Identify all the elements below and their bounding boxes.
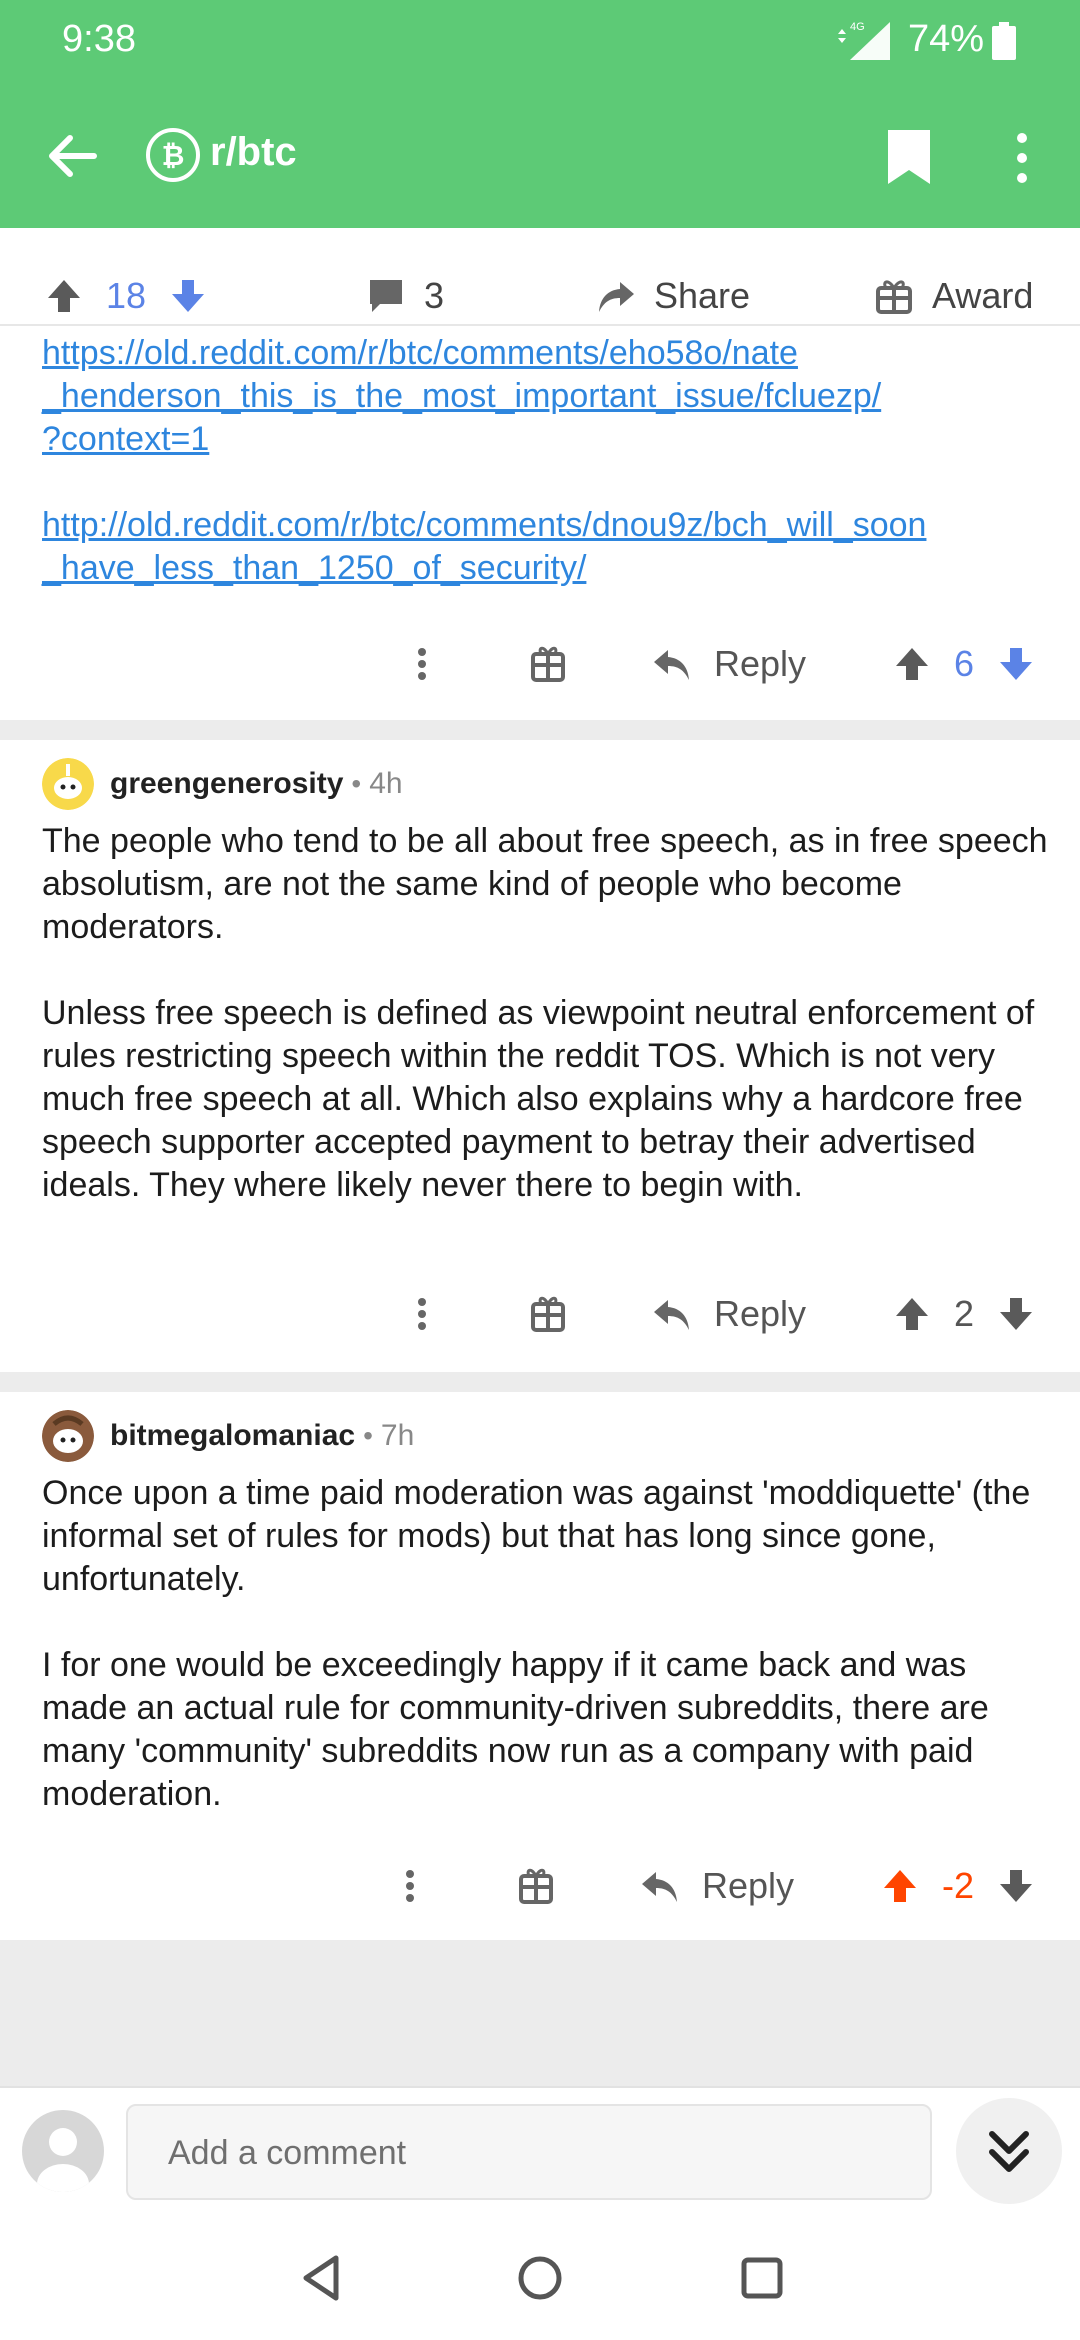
reply-label: Reply [714,643,807,684]
downvote-arrow-icon[interactable] [996,644,1036,684]
comment-links: https://old.reddit.com/r/btc/comments/eh… [0,328,1080,720]
comment-actions: Reply -2 [0,1856,1080,1916]
comment-score: 6 [954,643,975,684]
comment-divider [0,720,1080,740]
network-type: 4G [850,21,865,33]
comment-actions: Reply 6 [0,634,1080,694]
downvote-arrow-icon[interactable] [168,276,208,316]
comment-paragraph: Once upon a time paid moderation was aga… [42,1474,1031,1598]
comment-header: greengenerosity • 4h [42,758,403,810]
reply-label: Reply [714,1293,807,1334]
upvote-arrow-icon[interactable] [44,276,84,316]
reply-button[interactable]: Reply [640,1856,794,1916]
post-vote-group: 18 [44,275,226,316]
reply-button[interactable]: Reply [652,1284,806,1344]
author-name[interactable]: greengenerosity [110,767,343,801]
nav-back-icon[interactable] [292,2248,352,2308]
gift-icon[interactable] [518,1856,554,1916]
link-1-cont[interactable]: _henderson_this_is_the_most_important_is… [42,377,881,415]
bookmark-icon[interactable] [886,128,932,186]
comment-vote-group: 2 [892,1284,1036,1344]
list-end-area [0,1940,1080,2086]
comment-body: The people who tend to be all about free… [42,820,1052,1207]
avatar[interactable] [42,1410,94,1462]
downvote-arrow-icon[interactable] [996,1866,1036,1906]
reply-arrow-icon [642,1872,677,1902]
author-name[interactable]: bitmegalomaniac [110,1419,355,1453]
overflow-menu-icon[interactable] [1008,130,1036,186]
user-avatar[interactable] [22,2110,104,2192]
comment-greengenerosity: greengenerosity • 4h The people who tend… [0,740,1080,1372]
post-score: 18 [106,275,147,316]
status-time: 9:38 [62,18,136,60]
share-label: Share [654,275,751,316]
share-button[interactable]: Share [596,275,751,316]
comment-header: bitmegalomaniac • 7h [42,1410,414,1462]
double-chevron-down-icon [989,2131,1029,2172]
link-1-end[interactable]: ?context=1 [42,420,209,458]
comment-actions: Reply 2 [0,1284,1080,1344]
add-comment-input[interactable]: Add a comment [126,2104,932,2200]
link-2-cont[interactable]: _have_less_than_1250_of_security/ [42,549,586,587]
comment-age: 7h [380,1419,415,1452]
upvote-arrow-icon[interactable] [880,1866,920,1906]
bitcoin-logo-icon[interactable]: ₿ [146,128,200,182]
award-label: Award [932,275,1034,316]
downvote-arrow-icon[interactable] [996,1294,1036,1334]
reply-arrow-icon [654,1300,689,1330]
subreddit-name[interactable]: r/btc [210,130,297,175]
comment-vote-group: 6 [892,634,1036,694]
gift-icon[interactable] [530,1284,566,1344]
link-1[interactable]: https://old.reddit.com/r/btc/comments/eh… [42,334,798,372]
gift-icon [876,280,912,314]
nav-home-icon[interactable] [510,2248,570,2308]
comment-more-icon[interactable] [398,1856,422,1916]
app-bar: ₿ r/btc [0,110,1080,202]
comment-paragraph: The people who tend to be all about free… [42,822,1048,946]
comment-score: 2 [954,1293,975,1334]
signal-icon: 4G [838,21,890,60]
app-header: 9:38 4G 74% ₿ r/btc [0,0,1080,228]
back-arrow-icon[interactable] [44,128,100,184]
reply-button[interactable]: Reply [652,634,806,694]
reply-arrow-icon [654,650,689,680]
separator-dot: • [363,1420,373,1451]
comment-paragraph: I for one would be exceedingly happy if … [42,1646,989,1813]
jump-down-button[interactable] [956,2098,1062,2204]
comment-vote-group: -2 [880,1856,1036,1916]
comment-body: https://old.reddit.com/r/btc/comments/eh… [42,332,1052,590]
comment-more-icon[interactable] [410,634,434,694]
post-action-bar: 18 3 Share Award [0,230,1080,326]
link-2[interactable]: http://old.reddit.com/r/btc/comments/dno… [42,506,926,544]
separator-dot: • [351,768,362,799]
comment-bitmegalomaniac: bitmegalomaniac • 7h Once upon a time pa… [0,1392,1080,1940]
comment-bubble-icon [370,280,402,312]
battery-percent: 74% [908,18,985,60]
upvote-arrow-icon[interactable] [892,1294,932,1334]
battery-icon [992,22,1016,60]
comment-paragraph: Unless free speech is defined as viewpoi… [42,994,1035,1204]
comments-count-button[interactable]: 3 [366,275,445,316]
system-nav-bar [0,2214,1080,2340]
comments-count: 3 [424,275,445,316]
svg-text:₿: ₿ [162,139,185,172]
comment-score: -2 [942,1865,975,1906]
award-button[interactable]: Award [874,275,1034,316]
compose-bar: Add a comment [0,2086,1080,2214]
nav-recents-icon[interactable] [732,2248,792,2308]
share-arrow-icon [599,282,634,312]
status-bar: 9:38 4G 74% [0,0,1080,80]
comment-age: 4h [369,767,403,800]
reply-label: Reply [702,1865,795,1906]
avatar[interactable] [42,758,94,810]
gift-icon[interactable] [530,634,566,694]
comment-divider [0,1372,1080,1392]
comment-more-icon[interactable] [410,1284,434,1344]
comment-body: Once upon a time paid moderation was aga… [42,1472,1052,1816]
upvote-arrow-icon[interactable] [892,644,932,684]
